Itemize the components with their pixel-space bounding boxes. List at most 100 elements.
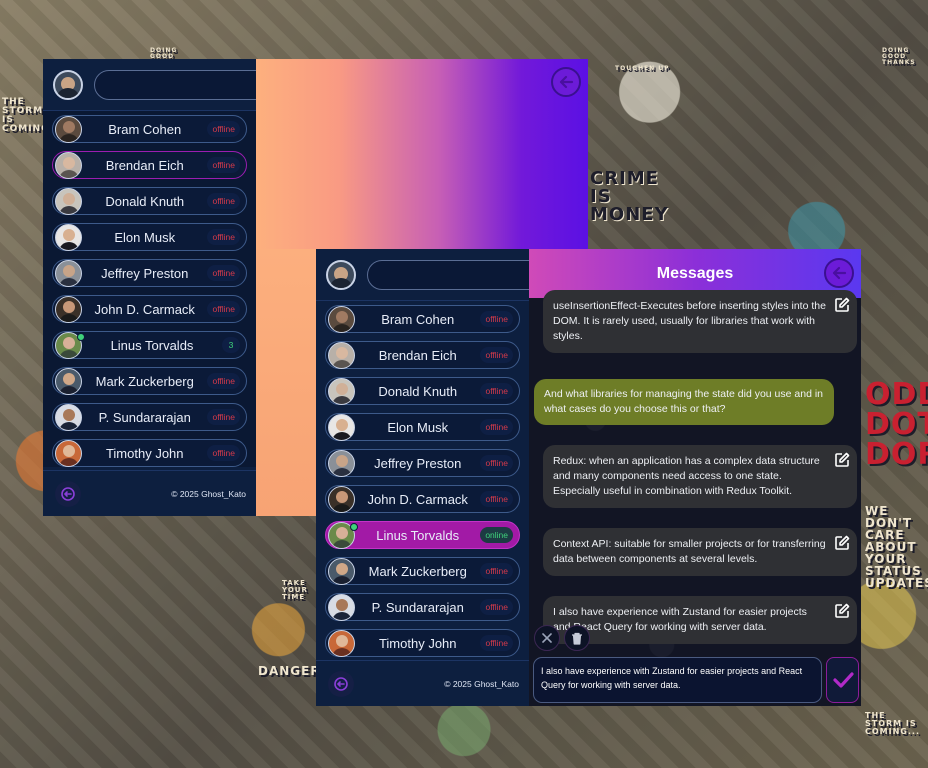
logout-button[interactable] — [328, 670, 354, 697]
edit-icon[interactable] — [833, 534, 851, 552]
message-input[interactable]: I also have experience with Zustand for … — [533, 657, 822, 703]
sticker-text: WE DON'T CARE ABOUT YOUR STATUS UPDATES — [865, 504, 928, 590]
edit-icon[interactable] — [833, 296, 851, 314]
contact-avatar — [328, 485, 355, 513]
logout-icon — [61, 486, 75, 501]
contact-item-active[interactable]: Linus Torvalds online — [325, 521, 520, 549]
contact-avatar — [55, 115, 82, 143]
contact-item[interactable]: Jeffrey Preston offline — [52, 259, 247, 287]
copyright-text: © 2025 Ghost_Kato — [444, 678, 519, 689]
online-indicator — [350, 523, 358, 531]
contact-item[interactable]: Timothy John offline — [52, 439, 247, 467]
send-button[interactable] — [826, 657, 859, 703]
contact-item[interactable]: Elon Musk offline — [52, 223, 247, 251]
search-input[interactable] — [367, 259, 548, 290]
status-badge: offline — [207, 445, 240, 461]
status-badge: offline — [207, 265, 240, 281]
sticker-text: ODD DOT DOR — [865, 377, 928, 472]
message-text: Redux: when an application has a complex… — [553, 455, 820, 497]
contact-item[interactable]: John D. Carmack offline — [52, 295, 247, 323]
contact-item[interactable]: P. Sundararajan offline — [325, 593, 520, 621]
sticker-text: THE STORM IS COMING... — [865, 711, 920, 736]
contact-list: Bram Cohen offline Brendan Eich offline … — [316, 301, 529, 657]
search-input[interactable] — [94, 69, 275, 100]
arrow-left-icon — [559, 75, 574, 89]
contact-name: Timothy John — [105, 445, 184, 461]
status-badge: offline — [207, 301, 240, 317]
contact-item[interactable]: Linus Torvalds 3 — [52, 331, 247, 359]
contact-avatar — [328, 305, 355, 333]
contact-name: Jeffrey Preston — [101, 265, 189, 281]
contact-avatar — [55, 367, 82, 395]
contact-name: Donald Knuth — [378, 383, 458, 399]
logout-icon — [334, 676, 348, 691]
contact-name: Mark Zuckerberg — [368, 563, 467, 579]
contact-item[interactable]: Jeffrey Preston offline — [325, 449, 520, 477]
contact-item[interactable]: Brendan Eich offline — [52, 151, 247, 179]
status-badge: offline — [207, 409, 240, 425]
contact-name: Jeffrey Preston — [374, 455, 462, 471]
status-badge: offline — [207, 373, 240, 389]
contact-item[interactable]: John D. Carmack offline — [325, 485, 520, 513]
contact-item[interactable]: Donald Knuth offline — [325, 377, 520, 405]
contact-item[interactable]: Donald Knuth offline — [52, 187, 247, 215]
contact-name: John D. Carmack — [94, 301, 195, 317]
copyright-text: © 2025 Ghost_Kato — [171, 488, 246, 499]
chat-panel: Messages useInsertionEffect-Executes bef… — [529, 249, 861, 706]
contact-avatar — [328, 593, 355, 621]
contact-item[interactable]: Bram Cohen offline — [52, 115, 247, 143]
sidebar-footer: © 2025 Ghost_Kato — [43, 470, 256, 516]
status-badge: offline — [207, 229, 240, 245]
status-badge: offline — [480, 383, 513, 399]
contact-item[interactable]: Mark Zuckerberg offline — [325, 557, 520, 585]
contact-avatar — [55, 403, 82, 431]
contact-avatar — [328, 377, 355, 405]
status-badge: offline — [480, 311, 513, 327]
contact-avatar — [328, 557, 355, 585]
contact-name: Donald Knuth — [105, 193, 185, 209]
status-badge: offline — [207, 157, 240, 173]
contact-name: Timothy John — [378, 635, 457, 651]
contact-name: Elon Musk — [387, 419, 449, 435]
contact-avatar — [328, 449, 355, 477]
user-avatar[interactable] — [326, 259, 356, 290]
contact-name: Bram Cohen — [381, 311, 455, 327]
contact-name: P. Sundararajan — [98, 409, 191, 425]
contact-avatar — [55, 259, 82, 287]
contact-name: Brendan Eich — [105, 157, 184, 173]
back-button[interactable] — [824, 258, 854, 288]
status-badge: offline — [480, 491, 513, 507]
delete-message-button[interactable] — [564, 625, 590, 651]
contact-name: Linus Torvalds — [376, 527, 460, 543]
status-badge: offline — [207, 121, 240, 137]
online-indicator — [77, 333, 85, 341]
back-button[interactable] — [551, 67, 581, 97]
message-text: And what libraries for managing the stat… — [544, 388, 824, 415]
contact-item[interactable]: Bram Cohen offline — [325, 305, 520, 333]
contact-item[interactable]: P. Sundararajan offline — [52, 403, 247, 431]
status-badge: offline — [480, 419, 513, 435]
contact-avatar — [55, 187, 82, 215]
checkmark-icon — [832, 672, 854, 688]
arrow-left-icon — [832, 266, 847, 280]
sidebar-header — [316, 249, 548, 301]
cancel-edit-button[interactable] — [534, 625, 560, 651]
contact-avatar — [55, 151, 82, 179]
message-bubble: Redux: when an application has a complex… — [543, 445, 857, 508]
contact-name: Elon Musk — [114, 229, 176, 245]
contact-item[interactable]: Elon Musk offline — [325, 413, 520, 441]
contact-name: Brendan Eich — [378, 347, 457, 363]
contact-name: Mark Zuckerberg — [95, 373, 194, 389]
edit-icon[interactable] — [833, 451, 851, 469]
contact-item[interactable]: Timothy John offline — [325, 629, 520, 657]
chat-title: Messages — [656, 264, 734, 282]
user-avatar[interactable] — [53, 69, 83, 100]
logout-button[interactable] — [55, 480, 81, 507]
contact-name: Linus Torvalds — [110, 337, 194, 353]
close-icon — [542, 633, 552, 643]
contact-avatar — [55, 295, 82, 323]
sticker-text: THE STORM IS COMING... — [2, 97, 63, 134]
contact-item[interactable]: Brendan Eich offline — [325, 341, 520, 369]
message-text: useInsertionEffect-Executes before inser… — [553, 300, 826, 342]
contact-item[interactable]: Mark Zuckerberg offline — [52, 367, 247, 395]
